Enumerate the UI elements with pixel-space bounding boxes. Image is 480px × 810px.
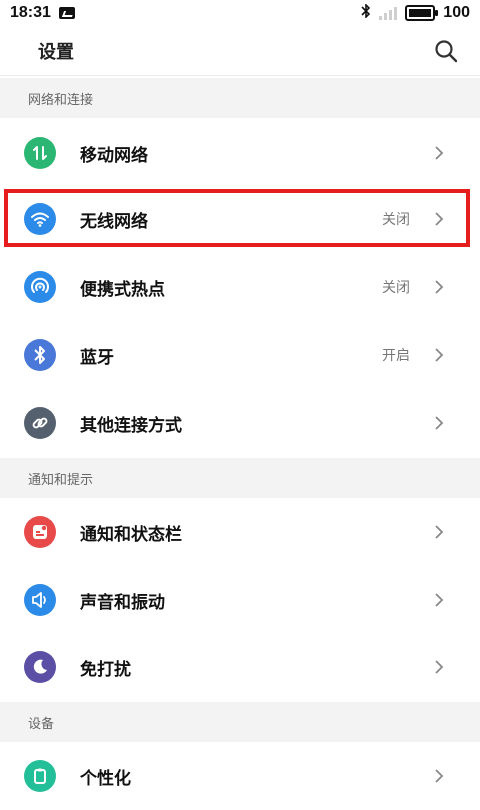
section-header-device: 设备: [0, 702, 480, 742]
link-icon: [24, 407, 56, 439]
settings-item-other-connections[interactable]: 其他连接方式: [0, 389, 480, 457]
section-header-notifications: 通知和提示: [0, 458, 480, 498]
chevron-right-icon: [434, 279, 444, 295]
personalize-icon: [24, 760, 56, 792]
settings-item-hotspot[interactable]: 便携式热点 关闭: [0, 253, 480, 321]
notification-icon: [24, 516, 56, 548]
chevron-right-icon: [434, 415, 444, 431]
chevron-right-icon: [434, 768, 444, 784]
mobile-data-icon: [24, 137, 56, 169]
bluetooth-icon: [24, 339, 56, 371]
item-status: 关闭: [382, 280, 410, 296]
battery-icon: [405, 5, 439, 21]
bluetooth-status-icon: [361, 3, 371, 22]
chevron-right-icon: [434, 659, 444, 675]
sound-icon: [24, 584, 56, 616]
chevron-right-icon: [434, 145, 444, 161]
item-status: 开启: [382, 348, 410, 364]
item-label: 移动网络: [80, 145, 148, 166]
status-bar: 18:31 100: [0, 0, 480, 26]
highlight-box: [4, 189, 470, 247]
chevron-right-icon: [434, 347, 444, 363]
settings-item-mobile-network[interactable]: 移动网络: [0, 119, 480, 187]
item-label: 其他连接方式: [80, 415, 182, 436]
settings-item-bluetooth[interactable]: 蓝牙 开启: [0, 321, 480, 389]
moon-icon: [24, 651, 56, 683]
page-title: 设置: [38, 41, 74, 63]
hotspot-icon: [24, 271, 56, 303]
search-icon[interactable]: [434, 39, 458, 63]
battery-level: 100: [443, 4, 470, 21]
chevron-right-icon: [434, 592, 444, 608]
settings-item-sound-vibration[interactable]: 声音和振动: [0, 566, 480, 634]
section-header-network: 网络和连接: [0, 78, 480, 118]
item-label: 通知和状态栏: [80, 524, 182, 545]
item-label: 声音和振动: [80, 592, 165, 613]
chevron-right-icon: [434, 524, 444, 540]
settings-item-notification-bar[interactable]: 通知和状态栏: [0, 498, 480, 566]
settings-item-do-not-disturb[interactable]: 免打扰: [0, 633, 480, 701]
item-label: 蓝牙: [80, 347, 114, 368]
app-header: 设置: [0, 26, 480, 76]
item-label: 个性化: [80, 768, 131, 789]
status-time: 18:31: [10, 4, 51, 21]
message-icon: [58, 7, 75, 19]
item-label: 便携式热点: [80, 279, 165, 300]
item-label: 免打扰: [80, 659, 131, 680]
signal-icon: [379, 6, 398, 20]
